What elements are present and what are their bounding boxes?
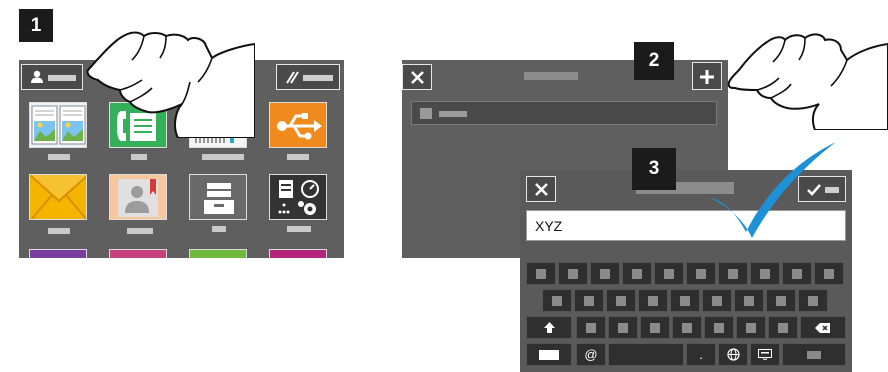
pointing-hand-illustration: [86, 31, 255, 138]
shift-arrow-icon: [543, 322, 555, 333]
keyboard-key[interactable]: [608, 316, 638, 339]
backspace-icon: [815, 322, 830, 333]
close-button[interactable]: [402, 64, 432, 90]
app-label-placeholder: [287, 226, 311, 232]
close-icon: [411, 71, 424, 84]
keyboard-switch-placeholder: [539, 349, 559, 360]
app-tile-email[interactable]: [29, 174, 87, 220]
reset-icon: [286, 71, 299, 84]
app-label-placeholder: [202, 154, 244, 160]
app-label-placeholder: [131, 154, 147, 160]
entry-icon-placeholder: [420, 108, 432, 119]
keyboard-key[interactable]: [670, 289, 700, 312]
keyboard-key[interactable]: [638, 289, 668, 312]
app-label-placeholder: [287, 154, 309, 160]
at-key[interactable]: @: [576, 343, 606, 366]
enter-key-placeholder: [807, 350, 821, 359]
apps-settings-icon: [278, 180, 319, 215]
keyboard-icon: [758, 349, 772, 360]
keyboard-key[interactable]: [574, 289, 604, 312]
enter-key[interactable]: [782, 343, 846, 366]
entry-label-placeholder: [439, 111, 467, 117]
keyboard-switch-key[interactable]: [526, 343, 572, 366]
keyboard-key[interactable]: [654, 262, 684, 285]
keyboard-key[interactable]: [686, 262, 716, 285]
keyboard-key[interactable]: [766, 289, 796, 312]
period-key[interactable]: .: [686, 343, 716, 366]
app-label-placeholder: [212, 226, 226, 232]
keyboard-key[interactable]: [814, 262, 844, 285]
keyboard-key[interactable]: [640, 316, 670, 339]
hide-keyboard-key[interactable]: [750, 343, 780, 366]
close-icon: [535, 183, 548, 196]
add-button[interactable]: [692, 62, 722, 90]
plus-icon: [700, 70, 714, 84]
keyboard-key[interactable]: [606, 289, 636, 312]
app-tile-partial[interactable]: [109, 249, 167, 258]
text-input-value: XYZ: [535, 218, 563, 234]
step-number-badge: 1: [19, 9, 53, 42]
globe-icon: [726, 348, 740, 361]
app-tile-partial[interactable]: [29, 249, 87, 258]
scan-to-book-icon: [31, 105, 86, 145]
reset-button[interactable]: [276, 64, 340, 90]
close-button[interactable]: [526, 176, 556, 202]
step-number-badge: 2: [634, 42, 674, 80]
keyboard-key[interactable]: [736, 316, 766, 339]
step-number-badge: 3: [632, 148, 676, 190]
user-login-label-placeholder: [48, 75, 76, 81]
keyboard-key[interactable]: [542, 289, 572, 312]
confirmation-checkmark-icon: [710, 142, 836, 238]
app-tile-scan-to-book[interactable]: [29, 102, 87, 148]
app-tile-address-book[interactable]: [109, 174, 167, 220]
user-login-button[interactable]: [21, 64, 83, 90]
keyboard-key[interactable]: [702, 289, 732, 312]
app-label-placeholder: [48, 154, 70, 160]
usb-icon: [277, 113, 322, 140]
keyboard-key[interactable]: [558, 262, 588, 285]
on-screen-keyboard: @ .: [520, 262, 852, 372]
address-book-icon: [118, 179, 158, 217]
keyboard-key[interactable]: [704, 316, 734, 339]
keyboard-key[interactable]: [590, 262, 620, 285]
backspace-key[interactable]: [800, 316, 846, 339]
reset-label-placeholder: [303, 75, 333, 81]
keyboard-key[interactable]: [750, 262, 780, 285]
keyboard-key[interactable]: [576, 316, 606, 339]
app-tile-apps-settings[interactable]: [269, 174, 327, 220]
keyboard-key[interactable]: [798, 289, 828, 312]
keyboard-key[interactable]: [622, 262, 652, 285]
user-icon: [31, 70, 43, 83]
app-tile-stored-jobs[interactable]: [189, 174, 247, 220]
keyboard-key[interactable]: [768, 316, 798, 339]
app-label-placeholder: [48, 228, 70, 234]
app-tile-usb[interactable]: [269, 102, 327, 148]
app-tile-partial[interactable]: [189, 249, 247, 258]
dialog-title-placeholder: [524, 72, 578, 80]
globe-key[interactable]: [718, 343, 748, 366]
space-key[interactable]: [608, 343, 684, 366]
entry-list-item[interactable]: [411, 101, 717, 125]
keyboard-key[interactable]: [782, 262, 812, 285]
app-tile-partial[interactable]: [269, 249, 327, 258]
keyboard-key[interactable]: [672, 316, 702, 339]
app-label-placeholder: [127, 228, 153, 234]
keyboard-key[interactable]: [526, 262, 556, 285]
shift-key[interactable]: [526, 316, 572, 339]
email-icon: [30, 175, 86, 219]
keyboard-key[interactable]: [718, 262, 748, 285]
stored-jobs-icon: [204, 183, 234, 214]
keyboard-key[interactable]: [734, 289, 764, 312]
pointing-hand-illustration: [727, 33, 888, 130]
